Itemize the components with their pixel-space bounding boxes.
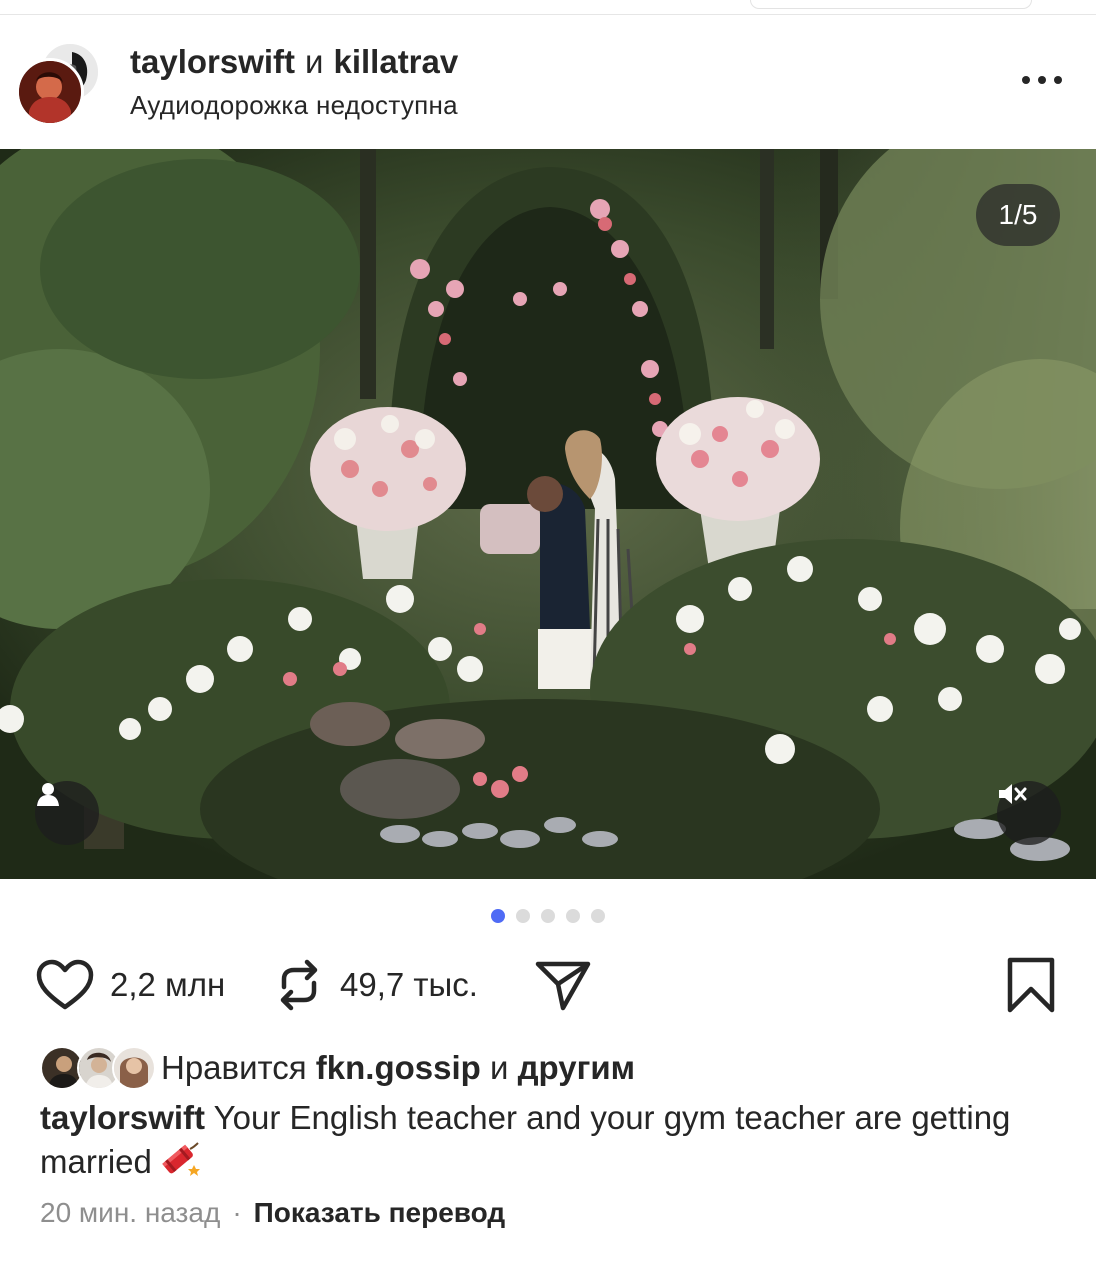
liked-by-prefix: Нравится: [161, 1049, 307, 1086]
garden-proposal-image: [0, 149, 1096, 879]
post-time: 20 мин. назад: [40, 1197, 221, 1228]
carousel-dot-2: [516, 909, 530, 923]
post-actions: 2,2 млн 49,7 тыс.: [0, 950, 1096, 1020]
user-tag-icon: [37, 783, 59, 806]
top-divider: [0, 0, 1096, 15]
author-taylorswift[interactable]: taylorswift: [130, 43, 295, 80]
like-button[interactable]: 2,2 млн: [36, 950, 225, 1020]
liker-avatar-3: [112, 1046, 156, 1090]
liked-by-others[interactable]: другим: [518, 1049, 635, 1086]
previous-post-edge: [750, 0, 1032, 9]
bookmark-icon: [1007, 957, 1055, 1013]
author-killatrav[interactable]: killatrav: [333, 43, 458, 80]
liked-by-user[interactable]: fkn.gossip: [316, 1049, 481, 1086]
heart-icon: [36, 959, 94, 1010]
liked-by-conj: и: [490, 1049, 509, 1086]
carousel-dot-4: [566, 909, 580, 923]
post-header: taylorswift и killatrav Аудиодорожка недос…: [0, 18, 1096, 148]
post-caption: taylorswift Your English teacher and you…: [40, 1097, 1050, 1189]
post-meta: 20 мин. назад · Показать перевод: [40, 1194, 505, 1232]
carousel-dot-5: [591, 909, 605, 923]
more-horizontal-icon: [1022, 76, 1030, 84]
post-authors: taylorswift и killatrav: [130, 40, 458, 84]
post-photo[interactable]: 1/5: [0, 149, 1096, 879]
show-translation-link[interactable]: Показать перевод: [254, 1197, 506, 1228]
reposts-count[interactable]: 49,7 тыс.: [340, 966, 478, 1004]
mute-toggle-button[interactable]: [997, 781, 1061, 845]
repost-button[interactable]: 49,7 тыс.: [274, 950, 478, 1020]
sound-off-icon: [999, 784, 1027, 804]
carousel-dot-3: [541, 909, 555, 923]
caption-username[interactable]: taylorswift: [40, 1099, 205, 1136]
audio-status[interactable]: Аудиодорожка недоступна: [130, 88, 458, 122]
more-options-button[interactable]: [1022, 72, 1062, 88]
send-icon: [535, 961, 591, 1011]
carousel-indicator: [0, 909, 1096, 925]
firecracker-icon: [158, 1139, 202, 1189]
likes-count[interactable]: 2,2 млн: [110, 966, 225, 1004]
liked-by[interactable]: Нравится fkn.gossip и другим: [40, 1044, 1040, 1092]
share-button[interactable]: [534, 950, 592, 1020]
meta-separator: ·: [232, 1197, 242, 1228]
carousel-dot-1: [491, 909, 505, 923]
avatar-taylorswift[interactable]: [16, 58, 84, 126]
slide-counter: 1/5: [976, 184, 1060, 246]
save-button[interactable]: [1006, 950, 1056, 1020]
tagged-users-button[interactable]: [35, 781, 99, 845]
liked-by-text: Нравится fkn.gossip и другим: [161, 1048, 635, 1088]
authors-conjunction: и: [305, 43, 324, 80]
repost-icon: [280, 959, 318, 1011]
